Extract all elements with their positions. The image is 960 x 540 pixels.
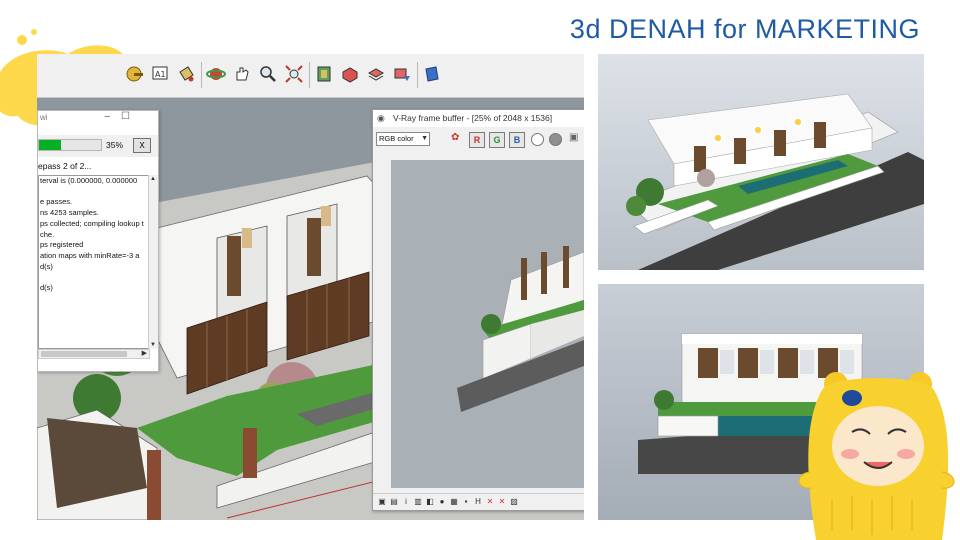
svg-text:A1: A1	[155, 70, 166, 79]
vfb-title: V-Ray frame buffer - [25% of 2048 x 1536…	[393, 113, 553, 123]
color-channels-icon[interactable]: ✿	[451, 132, 459, 143]
vray-frame-buffer-window[interactable]: ◉ V-Ray frame buffer - [25% of 2048 x 15…	[372, 109, 584, 511]
render-log-line: ns 4253 samples.	[40, 208, 99, 218]
section-plane-icon[interactable]	[311, 61, 337, 87]
progress-row: 35% X	[38, 135, 158, 157]
minimize-icon[interactable]: –	[104, 111, 110, 122]
render-log-line	[39, 272, 149, 283]
info-icon[interactable]: i	[401, 496, 411, 508]
sketchup-toolbar: A1	[37, 54, 584, 98]
text-label-icon[interactable]: A1	[147, 61, 173, 87]
scroll-thumb[interactable]	[41, 351, 127, 357]
log-horizontal-scrollbar[interactable]: ▶	[38, 349, 150, 359]
slide: 3d DENAH for MARKETING A1 wi – ☐ 35% X e…	[0, 0, 960, 540]
progress-bar	[38, 139, 102, 151]
render-log-line: che.	[40, 229, 55, 239]
render-log-line	[39, 187, 149, 198]
red-channel-button[interactable]: R	[469, 132, 485, 148]
render-log-line: d(s)	[40, 283, 53, 293]
color-correct-icon[interactable]: ◧	[425, 496, 435, 508]
progress-status: epass 2 of 2...	[38, 161, 92, 171]
save-icon[interactable]: ▣	[569, 132, 578, 143]
toolbar-separator	[201, 62, 202, 88]
scroll-down-icon[interactable]: ▼	[150, 342, 156, 348]
render-log-line: ation maps with minRate=-3 a	[40, 250, 140, 260]
pan-icon[interactable]	[229, 61, 255, 87]
render-log-line: d(s)	[40, 261, 53, 271]
layers-icon[interactable]	[419, 61, 445, 87]
components-icon[interactable]	[337, 61, 363, 87]
render-aerial-view-top	[598, 54, 924, 270]
render-log-line: terval is (0.000000, 0.000000	[40, 176, 138, 185]
scroll-up-icon[interactable]: ▲	[150, 176, 156, 182]
zoom-extents-icon[interactable]	[281, 61, 307, 87]
lens-effects-icon[interactable]: ●	[437, 496, 447, 508]
blue-channel-button[interactable]: B	[509, 132, 525, 148]
channel-select[interactable]: RGB color ▼	[376, 132, 430, 146]
cancel-render-button[interactable]: X	[133, 138, 151, 153]
yellow-bear-mascot	[798, 372, 955, 540]
render-log-line: ps collected; compiling lookup t	[40, 218, 144, 228]
lut-icon[interactable]: ▨	[509, 496, 519, 508]
region-render-icon[interactable]: ▤	[389, 496, 399, 508]
history-icon[interactable]: H	[473, 496, 483, 508]
compare-a-icon[interactable]: ✕	[485, 496, 495, 508]
progress-percent: 35%	[106, 140, 124, 150]
save-image-icon[interactable]: ▣	[377, 496, 387, 508]
page-title: 3d DENAH for MARKETING	[569, 14, 920, 44]
toolbar-separator	[309, 62, 310, 88]
render-progress-window[interactable]: wi – ☐ 35% X epass 2 of 2... terval is (…	[37, 110, 159, 372]
vfb-bottom-toolbar: ▣ ▤ i ▥ ◧ ● ▦ ▪ H ✕ ✕ ▨	[373, 493, 584, 510]
compare-b-icon[interactable]: ✕	[497, 496, 507, 508]
stamp-icon[interactable]: ▦	[449, 496, 459, 508]
channel-select-value: RGB color	[379, 134, 414, 143]
progress-window-titlebar[interactable]: wi – ☐	[38, 111, 158, 125]
vfb-render-canvas[interactable]	[391, 160, 584, 488]
maximize-icon[interactable]: ☐	[121, 111, 130, 122]
mono-channel-icon[interactable]	[549, 133, 562, 146]
styles-icon[interactable]	[389, 61, 415, 87]
scroll-right-icon[interactable]: ▶	[142, 349, 147, 357]
alpha-channel-icon[interactable]	[531, 133, 544, 146]
log-vertical-scrollbar[interactable]: ▲ ▼	[148, 175, 158, 349]
green-channel-button[interactable]: G	[489, 132, 505, 148]
pixel-info-icon[interactable]: ▪	[461, 496, 471, 508]
progress-bar-fill	[39, 140, 61, 150]
progress-window-title: wi	[40, 113, 48, 122]
render-log-line: e passes.	[40, 197, 73, 207]
paint-bucket-icon[interactable]	[173, 61, 199, 87]
sketchup-screenshot: A1 wi – ☐ 35% X epass 2 of 2... terval i…	[37, 54, 584, 520]
vfb-titlebar[interactable]: ◉ V-Ray frame buffer - [25% of 2048 x 15…	[373, 110, 584, 127]
histogram-icon[interactable]: ▥	[413, 496, 423, 508]
render-log[interactable]: terval is (0.000000, 0.000000 e passes. n…	[38, 175, 150, 349]
orbit-icon[interactable]	[203, 61, 229, 87]
vray-logo-icon: ◉	[377, 113, 385, 123]
render-log-line: ps registered	[40, 240, 84, 250]
vfb-toolbar: RGB color ▼ ✿ R G B ▣	[373, 128, 584, 152]
materials-icon[interactable]	[363, 61, 389, 87]
toolbar-separator	[417, 62, 418, 88]
chevron-down-icon: ▼	[421, 135, 428, 142]
tape-measure-icon[interactable]	[121, 61, 147, 87]
zoom-icon[interactable]	[255, 61, 281, 87]
render-preview-image	[391, 160, 584, 488]
